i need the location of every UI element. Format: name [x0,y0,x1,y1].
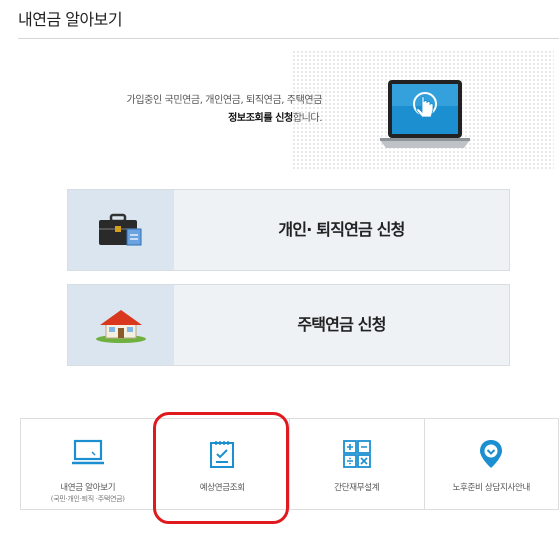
menu-expected-pension[interactable]: 예상연금조회 [156,419,290,509]
menu-expected-pension-label: 예상연금조회 [199,483,245,493]
page-title: 내연금 알아보기 [18,10,123,29]
menu-my-pension[interactable]: 내연금 알아보기 (국민·개인·퇴직 ·주택연금) [20,419,156,509]
intro-line-1: 가입중인 국민연금, 개인연금, 퇴직연금, 주택연금 [126,95,323,106]
intro-line-2-bold: 정보조회를 신청 [228,113,293,124]
menu-my-pension-label: 내연금 알아보기 (국민·개인·퇴직 ·주택연금) [50,483,125,503]
menu-financial-planning[interactable]: 간단재무설계 [290,419,425,509]
housing-pension-apply-label: 주택연금 신청 [297,315,386,334]
personal-retirement-pension-apply-button[interactable]: 개인· 퇴직연금 신청 [67,189,510,271]
housing-pension-apply-button[interactable]: 주택연금 신청 [67,284,510,366]
personal-retirement-pension-apply-label: 개인· 퇴직연금 신청 [278,220,405,239]
checklist-icon [210,441,235,468]
menu-consulting-branch[interactable]: 노후준비 상담지사안내 [425,419,559,509]
intro-text: 가입중인 국민연금, 개인연금, 퇴직연금, 주택연금 정보조회를 신청합니다. [40,92,323,128]
house-icon-box [68,285,174,365]
service-menu: 내연금 알아보기 (국민·개인·퇴직 ·주택연금) 예상연금조회 간단재무설계 [20,418,559,510]
briefcase-icon [99,213,142,246]
laptop-icon [71,439,104,465]
menu-consulting-branch-label: 노후준비 상담지사안내 [452,483,531,493]
laptop-touch-icon [380,80,470,148]
location-pin-icon [480,440,503,468]
menu-financial-planning-label: 간단재무설계 [334,483,380,493]
intro-line-2-rest: 합니다. [292,113,323,124]
house-icon [96,310,146,343]
briefcase-icon-box [68,190,174,270]
title-divider [18,38,559,39]
calculator-icon [342,440,371,468]
